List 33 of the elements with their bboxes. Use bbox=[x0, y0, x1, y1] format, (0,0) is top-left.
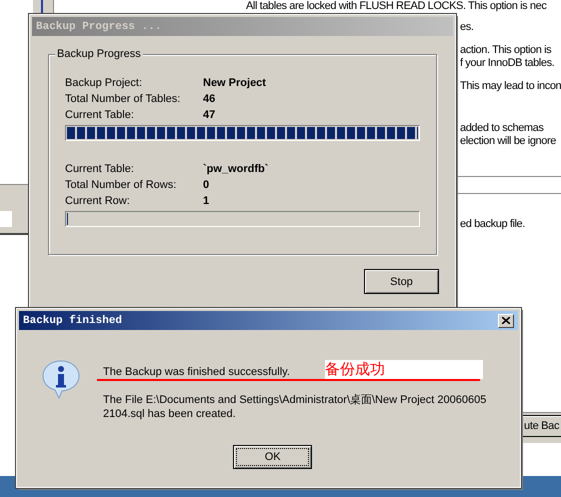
field-label: Current Table: bbox=[65, 163, 135, 176]
close-icon bbox=[502, 317, 510, 324]
stop-button[interactable]: Stop bbox=[364, 269, 439, 294]
field-label: Total Number of Tables: bbox=[65, 93, 182, 106]
group-title: Backup Progress bbox=[55, 48, 143, 61]
field-label: Total Number of Rows: bbox=[65, 179, 178, 192]
info-icon bbox=[41, 359, 81, 399]
option-description: This may lead to incon bbox=[460, 80, 561, 93]
input-field[interactable] bbox=[0, 211, 12, 227]
field-value: 46 bbox=[203, 93, 216, 106]
field-value: 1 bbox=[203, 195, 210, 208]
field-value: 0 bbox=[203, 179, 210, 192]
execute-backup-button[interactable]: ute Bac bbox=[523, 415, 561, 437]
message-text: The Backup was finished successfully. bbox=[102, 365, 291, 379]
ok-button[interactable]: OK bbox=[233, 445, 312, 469]
field-label: Current Table: bbox=[65, 109, 135, 122]
annotation-text: 备份成功 bbox=[325, 360, 483, 379]
detail-text: The File E:\Documents and Settings\Administrator\桌面\New Project 20060605 2104.sql has been created. bbox=[102, 393, 486, 421]
option-description: election will be ignore bbox=[460, 135, 556, 148]
option-description: action. This option is bbox=[460, 44, 552, 57]
field-value: `pw_wordfb` bbox=[203, 163, 270, 176]
field-value: 47 bbox=[203, 109, 216, 122]
window-title: Backup Progress ... bbox=[36, 20, 162, 32]
option-description: es. bbox=[460, 21, 474, 34]
field-label: Backup Project: bbox=[65, 77, 144, 90]
option-description: All tables are locked with FLUSH READ LOCKS. This option is nec bbox=[246, 0, 546, 13]
window-title: Backup finished bbox=[23, 314, 122, 326]
option-description: ed backup file. bbox=[460, 218, 525, 231]
option-description: f your InnoDB tables. bbox=[460, 57, 554, 70]
close-button[interactable] bbox=[498, 314, 514, 328]
field-value: New Project bbox=[203, 77, 267, 90]
option-description: added to schemas bbox=[460, 122, 544, 135]
field-label: Current Row: bbox=[65, 195, 131, 208]
